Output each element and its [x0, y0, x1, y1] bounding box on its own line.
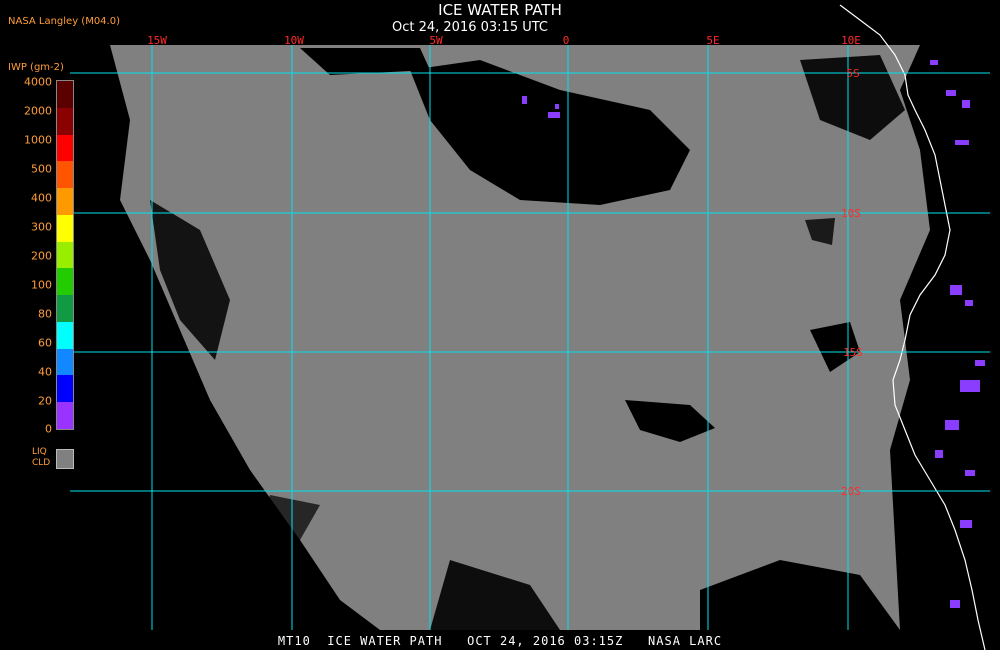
- liq-label-text: LIQ: [32, 447, 47, 457]
- legend-label: 1000: [24, 133, 52, 147]
- colorbar-segment: [57, 321, 73, 349]
- liquid-cloud-swatch: [56, 449, 74, 469]
- legend-label: 400: [31, 191, 52, 205]
- lon-label-10e: 10E: [841, 34, 861, 47]
- colorbar-segment: [57, 375, 73, 403]
- map-title: ICE WATER PATH: [438, 1, 562, 19]
- colorbar-segment: [57, 107, 73, 135]
- footer-caption: MT10 ICE WATER PATH OCT 24, 2016 03:15Z …: [277, 634, 723, 648]
- legend-label: 200: [31, 249, 52, 263]
- lon-label-5w: 5W: [429, 34, 443, 47]
- liquid-cloud-label: LIQ CLD: [32, 447, 50, 469]
- lat-label-10s: 10S: [841, 207, 861, 220]
- legend-label: 40: [38, 365, 52, 379]
- cld-label-text: CLD: [32, 458, 51, 468]
- legend-label: 4000: [24, 75, 52, 89]
- product-source: NASA Langley (M04.0): [8, 16, 120, 27]
- colorbar-segment: [57, 241, 73, 269]
- legend-label: 100: [31, 278, 52, 292]
- colorbar-segment: [57, 188, 73, 215]
- legend-title: IWP (gm-2): [8, 62, 64, 73]
- legend-label: 2000: [24, 104, 52, 118]
- lat-label-20s: 20S: [841, 485, 861, 498]
- legend-label: 300: [31, 220, 52, 234]
- colorbar-segment: [57, 161, 73, 189]
- colorbar-segment: [57, 402, 73, 429]
- lat-label-5s: 5S: [846, 67, 859, 80]
- legend-label: 500: [31, 162, 52, 176]
- legend-label: 0: [45, 422, 52, 436]
- lon-label-5e: 5E: [706, 34, 719, 47]
- lon-label-0: 0: [563, 34, 570, 47]
- colorbar-segment: [57, 268, 73, 296]
- lon-label-15w: 15W: [147, 34, 167, 47]
- colorbar-segment: [57, 295, 73, 322]
- map-timestamp: Oct 24, 2016 03:15 UTC: [392, 20, 548, 35]
- colorbar-segment: [57, 214, 73, 242]
- lat-label-15s: 15S: [843, 346, 863, 359]
- lon-label-10w: 10W: [284, 34, 304, 47]
- legend-label: 60: [38, 336, 52, 350]
- colorbar-segment: [57, 348, 73, 376]
- legend-label: 20: [38, 394, 52, 408]
- colorbar-segment: [57, 81, 73, 108]
- legend-label: 80: [38, 307, 52, 321]
- satellite-map: 15W 10W 5W 0 5E 10E 5S 10S 15S 20S: [70, 4, 990, 650]
- colorbar-segment: [57, 134, 73, 162]
- iwp-colorbar: [56, 80, 74, 430]
